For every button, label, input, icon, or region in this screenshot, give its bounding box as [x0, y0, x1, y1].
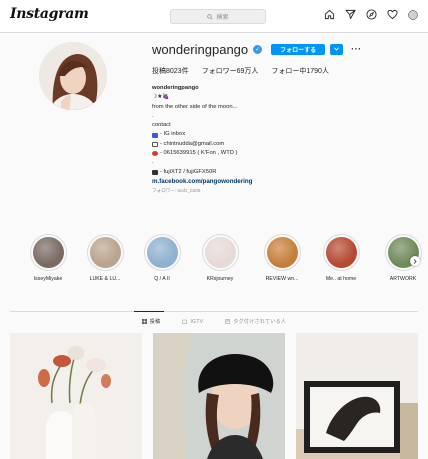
highlight-label: Q / A II: [154, 276, 170, 282]
bio-line: ☽★🍇: [152, 94, 170, 101]
grid-icon: [141, 319, 147, 324]
tagged-icon: [225, 319, 231, 324]
post-thumbnail[interactable]: [153, 333, 285, 459]
highlight-item[interactable]: Q / A II: [134, 234, 190, 282]
highlight-cover: [322, 234, 360, 271]
bio-link[interactable]: m.facebook.com/pangowondering: [152, 177, 422, 186]
highlight-label: LUKE & LU...: [89, 276, 121, 282]
profile-username: wonderingpango: [152, 41, 249, 57]
chevron-right-icon: [413, 258, 417, 264]
home-icon[interactable]: [324, 9, 335, 20]
heart-icon[interactable]: [387, 9, 398, 20]
bio-line: - chintnudda@gmail.com: [160, 140, 225, 147]
highlight-label: IsseyMiyake: [33, 276, 63, 282]
bio-line: .: [152, 112, 154, 119]
tabs-divider: [10, 311, 418, 312]
highlights-next-button[interactable]: [410, 256, 420, 266]
tab-label: 投稿: [149, 319, 161, 325]
more-options-icon[interactable]: ···: [351, 44, 362, 54]
instagram-logo[interactable]: Instagram: [10, 6, 89, 22]
profile-info: wonderingpango ✓ フォローする ··· 投稿8023件 フォロワ…: [152, 40, 422, 196]
search-icon: [207, 13, 214, 20]
search-placeholder: 検索: [216, 15, 229, 21]
post-image-flowers: [10, 333, 142, 459]
followed-by-text[interactable]: フォロワー: toofz_0206: [152, 186, 422, 195]
post-thumbnail[interactable]: [10, 333, 142, 459]
igtv-icon: [182, 319, 188, 324]
posts-grid: [10, 333, 418, 459]
email-icon: [152, 141, 158, 147]
post-image-portrait: [153, 333, 285, 459]
highlight-label: REVIEW wn...: [265, 276, 299, 282]
highlight-item[interactable]: IsseyMiyake: [20, 234, 76, 282]
highlight-cover-image: [32, 237, 64, 268]
bio-line: - fujiXT2 / fujiGFX50R: [160, 168, 217, 175]
follow-button[interactable]: フォローする: [271, 43, 326, 55]
highlight-cover: [201, 234, 239, 271]
tab-tagged[interactable]: タグ付けされている人: [225, 318, 286, 325]
direct-icon[interactable]: [345, 9, 356, 20]
bio-line: from the other side of the moon...: [152, 103, 238, 110]
bio-name: wonderingpango: [152, 85, 199, 91]
profile-avatar-icon[interactable]: [408, 9, 418, 20]
highlight-cover-image: [89, 237, 121, 268]
highlight-cover-image: [204, 237, 236, 268]
highlight-label: Me.. at home: [325, 276, 357, 282]
verified-badge-icon: ✓: [253, 44, 263, 54]
tab-posts[interactable]: 投稿: [141, 318, 161, 325]
active-tab-indicator: [134, 311, 164, 312]
profile-stats: 投稿8023件 フォロワー69万人 フォロー中1790人: [152, 66, 422, 76]
tab-igtv[interactable]: IGTV: [182, 318, 203, 325]
chevron-down-icon: [334, 47, 340, 51]
highlight-cover: [263, 234, 301, 271]
profile-avatar[interactable]: [39, 42, 107, 110]
post-image-artwork: [296, 333, 418, 459]
post-thumbnail[interactable]: [296, 333, 428, 459]
highlight-item[interactable]: KRsjourney: [192, 234, 248, 282]
posts-count: 投稿8023件: [152, 68, 189, 75]
search-input[interactable]: 検索: [170, 9, 266, 24]
camera-icon: [152, 169, 158, 175]
highlight-item[interactable]: LUKE & LU...: [77, 234, 133, 282]
highlight-cover-image: [146, 237, 178, 268]
suggested-accounts-button[interactable]: [330, 43, 344, 55]
bio-line: - 0615639915 ( K'Fon , WTD ): [160, 150, 238, 157]
highlight-cover: [29, 234, 67, 271]
bio-line: - IG inbox: [160, 131, 186, 138]
top-navigation-bar: Instagram 検索: [0, 0, 428, 33]
bio-line: contact: [152, 122, 171, 129]
inbox-icon: [152, 132, 158, 138]
profile-bio: wonderingpango ☽★🍇 from the other side o…: [152, 84, 422, 196]
highlight-item[interactable]: Me.. at home: [313, 234, 369, 282]
bio-line: .: [152, 159, 154, 166]
highlight-cover-image: [266, 237, 298, 268]
highlight-item[interactable]: REVIEW wn...: [254, 234, 310, 282]
profile-tabs: 投稿 IGTV タグ付けされている人: [0, 318, 428, 325]
highlight-label: KRsjourney: [206, 276, 234, 282]
highlight-cover-image: [325, 237, 357, 268]
profile-photo: [39, 42, 107, 110]
phone-icon: [152, 151, 158, 157]
explore-icon[interactable]: [366, 9, 377, 20]
highlight-item[interactable]: ARTWORK: [375, 234, 428, 282]
tab-label: IGTV: [190, 318, 204, 325]
highlight-label: ARTWORK: [389, 276, 417, 282]
highlight-cover: [86, 234, 124, 271]
followers-count[interactable]: フォロワー69万人: [202, 66, 259, 76]
tab-label: タグ付けされている人: [233, 319, 287, 325]
following-count[interactable]: フォロー中1790人: [271, 66, 329, 76]
highlight-cover: [143, 234, 181, 271]
